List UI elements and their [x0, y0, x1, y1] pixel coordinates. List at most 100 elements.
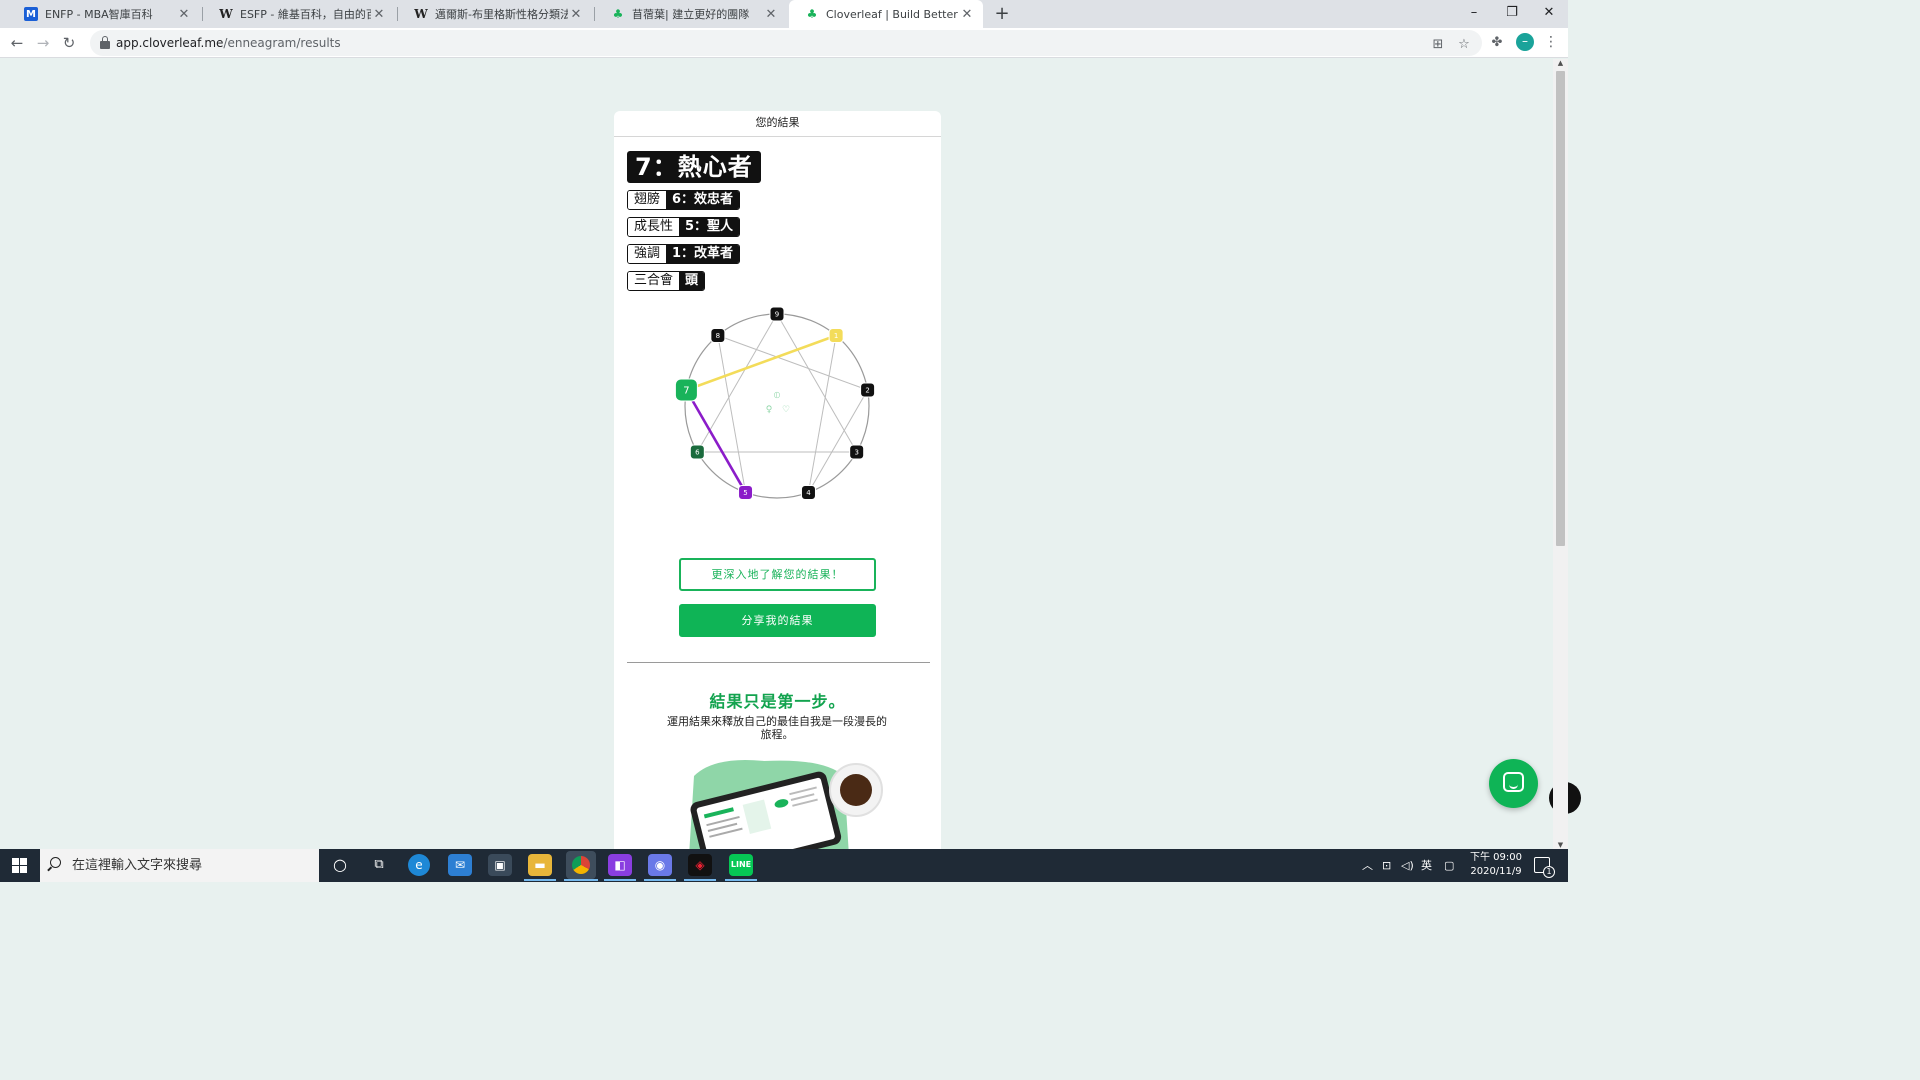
- enneagram-node-label: 8: [716, 332, 720, 340]
- running-indicator: [524, 879, 556, 881]
- enneagram-node-label: 1: [834, 332, 838, 340]
- triad-value: 頭: [679, 272, 705, 290]
- scrollbar-thumb[interactable]: [1556, 71, 1565, 546]
- twitch-icon[interactable]: ◧: [608, 854, 632, 876]
- notification-center-icon[interactable]: 1: [1534, 857, 1555, 878]
- scroll-up-icon[interactable]: ▲: [1553, 59, 1568, 67]
- enneagram-node-label: 5: [743, 489, 747, 497]
- vertical-scrollbar[interactable]: ▲ ▼: [1553, 59, 1568, 849]
- tab-close-icon[interactable]: ✕: [763, 7, 779, 22]
- growth-pill: 成長性 5：聖人: [627, 217, 741, 237]
- chat-launcher-button[interactable]: [1489, 759, 1538, 808]
- tab-close-icon[interactable]: ✕: [568, 7, 584, 22]
- wing-pill: 翅膀 6：效忠者: [627, 190, 741, 210]
- volume-icon[interactable]: ◁): [1401, 849, 1414, 882]
- step-title: 結果只是第一步。: [709, 692, 846, 711]
- discord-icon[interactable]: ◉: [648, 854, 672, 876]
- triad-pill: 三合會 頭: [627, 271, 706, 291]
- browser-toolbar: ← → ↻ app.cloverleaf.me/enneagram/result…: [0, 28, 1568, 58]
- section-divider: [627, 662, 930, 663]
- ime-mode-icon[interactable]: ▢: [1444, 849, 1454, 882]
- garena-icon[interactable]: ◈: [688, 854, 712, 876]
- enneagram-node-label: 2: [865, 387, 869, 395]
- card-title: 您的結果: [614, 111, 941, 137]
- restore-button[interactable]: ❐: [1493, 0, 1531, 28]
- cloverleaf-favicon-icon: ♣: [612, 7, 624, 21]
- browser-menu-icon[interactable]: ⋮: [1544, 34, 1558, 50]
- stress-pill: 強調 1：改革者: [627, 244, 741, 264]
- triad-center-icon: ⦶: [773, 391, 781, 401]
- windows-start-icon[interactable]: [12, 858, 27, 873]
- enneagram-node-label: 7: [683, 386, 689, 397]
- address-bar[interactable]: app.cloverleaf.me/enneagram/results ⊞ ☆: [90, 30, 1482, 56]
- main-type-badge: 7：熱心者: [627, 151, 761, 183]
- url-text: app.cloverleaf.me/enneagram/results: [116, 30, 341, 56]
- tab-label: ENFP - MBA智庫百科: [45, 8, 153, 21]
- learn-more-button[interactable]: 更深入地了解您的結果！: [679, 558, 876, 591]
- back-arrow-icon[interactable]: ←: [6, 32, 28, 54]
- tab-enfp[interactable]: M ENFP - MBA智庫百科 ✕: [8, 0, 200, 28]
- laptop-coffee-illustration: [689, 760, 883, 851]
- tab-close-icon[interactable]: ✕: [371, 7, 387, 22]
- translate-icon[interactable]: ⊞: [1430, 37, 1446, 52]
- line-app-icon[interactable]: LINE: [729, 854, 753, 876]
- task-view-icon[interactable]: ⧉: [367, 854, 391, 876]
- tab-close-icon[interactable]: ✕: [176, 7, 192, 22]
- enneagram-node-label: 4: [806, 489, 811, 497]
- file-explorer-icon[interactable]: ▬: [528, 854, 552, 876]
- store-icon[interactable]: ▣: [488, 854, 512, 876]
- chat-bubble-icon: [1503, 772, 1524, 792]
- clock-time: 下午 09:00: [1470, 852, 1522, 863]
- chrome-taskbar-button[interactable]: [566, 851, 596, 879]
- forward-arrow-icon[interactable]: →: [32, 32, 54, 54]
- tab-esfp[interactable]: W ESFP - 維基百科，自由的百科全書 ✕: [203, 0, 395, 28]
- tab-label: 苜蓿葉| 建立更好的團隊: [632, 8, 750, 21]
- tab-label: 邁爾斯-布里格斯性格分類法 - 維基: [435, 8, 568, 21]
- chrome-icon: [572, 856, 590, 874]
- share-results-button[interactable]: 分享我的結果: [679, 604, 876, 637]
- mail-icon[interactable]: ✉: [448, 854, 472, 876]
- triad-center-icon: ♡: [782, 405, 790, 415]
- taskbar-clock[interactable]: 下午 09:00 2020/11/9: [1462, 851, 1530, 879]
- network-icon[interactable]: ⊡: [1382, 849, 1391, 882]
- tab-label: Cloverleaf | Build Better Teams: [826, 7, 959, 21]
- stress-label: 強調: [628, 245, 667, 263]
- enneagram-diagram: ♀⦶♡ 9 1 2 3 4 5 6 7 8: [674, 306, 876, 500]
- growth-value: 5：聖人: [679, 218, 740, 236]
- minimize-button[interactable]: –: [1455, 0, 1493, 28]
- taskbar-search-placeholder: 在這裡輸入文字來搜尋: [72, 858, 203, 873]
- edge-browser-icon[interactable]: e: [408, 854, 430, 876]
- tab-close-icon[interactable]: ✕: [959, 7, 975, 22]
- cortana-icon[interactable]: ○: [328, 854, 352, 876]
- running-indicator: [604, 879, 636, 881]
- clock-date: 2020/11/9: [1470, 866, 1522, 877]
- reload-icon[interactable]: ↻: [58, 32, 80, 54]
- new-tab-button[interactable]: +: [992, 4, 1012, 24]
- extensions-puzzle-icon[interactable]: ✤: [1489, 35, 1505, 50]
- triad-label: 三合會: [628, 272, 680, 290]
- step-description: 運用結果來釋放自己的最佳自我是一段漫長的旅程。: [667, 715, 887, 741]
- tab-cloverleaf-active[interactable]: ♣ Cloverleaf | Build Better Teams ✕: [789, 0, 983, 28]
- bookmark-star-icon[interactable]: ☆: [1456, 37, 1472, 52]
- enneagram-node-label: 3: [854, 449, 858, 457]
- scroll-down-icon[interactable]: ▼: [1553, 841, 1568, 849]
- stress-value: 1：改革者: [666, 245, 740, 263]
- enneagram-node-label: 9: [775, 311, 779, 319]
- running-indicator: [684, 879, 716, 881]
- wing-value: 6：效忠者: [666, 191, 740, 209]
- notification-count: 1: [1543, 866, 1555, 878]
- tab-cloverleaf-zh[interactable]: ♣ 苜蓿葉| 建立更好的團隊 ✕: [595, 0, 787, 28]
- tray-expand-icon[interactable]: ︿: [1362, 849, 1373, 882]
- lock-icon: [100, 36, 110, 50]
- tab-label: ESFP - 維基百科，自由的百科全書: [240, 8, 371, 21]
- profile-avatar[interactable]: –: [1516, 33, 1534, 51]
- tab-mbti[interactable]: W 邁爾斯-布里格斯性格分類法 - 維基 ✕: [398, 0, 592, 28]
- results-card: 您的結果 7：熱心者 翅膀 6：效忠者 成長性 5：聖人 強調 1：改革者 三合…: [614, 111, 941, 851]
- ime-language-indicator[interactable]: 英: [1421, 849, 1432, 882]
- close-window-button[interactable]: ✕: [1530, 0, 1568, 28]
- url-host: app.cloverleaf.me: [116, 36, 224, 50]
- taskbar-search-box[interactable]: 在這裡輸入文字來搜尋: [40, 849, 319, 882]
- triad-center-icon: ♀: [766, 405, 773, 415]
- enneagram-line: [776, 313, 858, 453]
- url-path: /enneagram/results: [223, 36, 341, 50]
